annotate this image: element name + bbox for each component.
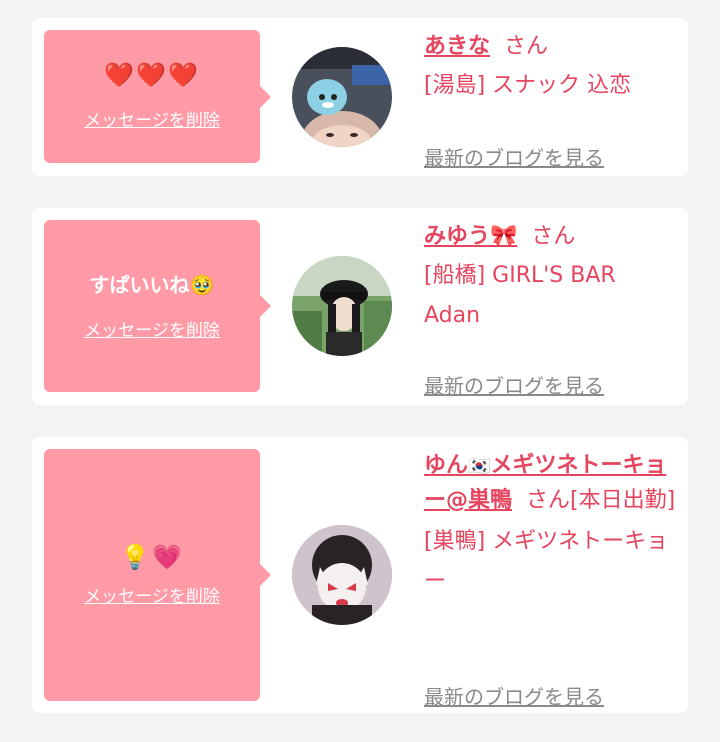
name-part: ゆん (424, 453, 469, 478)
name-line: あきな さん (424, 30, 676, 64)
sender-info: あきな さん [湯島] スナック 込恋 最新のブログを見る (424, 30, 676, 170)
sender-info: ゆん🇰🇷メギツネトーキョー@巣鴨 さん[本日出勤] [巣鴨] メギツネトーキョー … (424, 449, 676, 709)
latest-blog-link[interactable]: 最新のブログを見る (424, 142, 604, 171)
delete-message-link[interactable]: メッセージを削除 (84, 582, 220, 607)
message-card: すぱいいね🥹 メッセージを削除 みゆう🎀 さん [船橋] GIRL'S BAR A (32, 208, 688, 405)
avatar-photo (292, 256, 392, 356)
korea-flag-icon: 🇰🇷 (468, 456, 491, 477)
message-bubble: 💡💗 メッセージを削除 (44, 449, 271, 701)
shop-name: [湯島] スナック 込恋 (424, 73, 632, 98)
latest-blog-link[interactable]: 最新のブログを見る (424, 681, 604, 710)
name-line: みゆう🎀 さん (424, 220, 676, 254)
delete-message-link[interactable]: メッセージを削除 (84, 106, 220, 131)
shop-name: [船橋] GIRL'S BAR Adan (424, 263, 616, 328)
message-card: 💡💗 メッセージを削除 ゆん🇰🇷メギツネトーキョー@巣鴨 さん[本日出勤] [巣… (32, 437, 688, 713)
message-bubble: すぱいいね🥹 メッセージを削除 (44, 220, 271, 392)
message-text: 💡💗 (120, 542, 184, 571)
message-list: ❤️❤️❤️ メッセージを削除 あきな さん [湯島] スナック 込恋 最新のブ… (0, 0, 720, 742)
honorific: さん (531, 224, 576, 249)
honorific: さん[本日出勤] (526, 488, 676, 513)
avatar-photo (292, 47, 392, 147)
sender-name-link[interactable]: あきな (424, 34, 490, 59)
avatar[interactable] (292, 47, 392, 147)
sender-name-link[interactable]: みゆう🎀 (424, 224, 517, 249)
shop-name: [巣鴨] メギツネトーキョー (424, 529, 669, 594)
sender-info: みゆう🎀 さん [船橋] GIRL'S BAR Adan 最新のブログを見る (424, 220, 676, 400)
avatar[interactable] (292, 256, 392, 356)
name-line: ゆん🇰🇷メギツネトーキョー@巣鴨 さん[本日出勤] (424, 449, 676, 518)
latest-blog-link[interactable]: 最新のブログを見る (424, 370, 604, 399)
avatar[interactable] (292, 525, 392, 625)
message-card: ❤️❤️❤️ メッセージを削除 あきな さん [湯島] スナック 込恋 最新のブ… (32, 18, 688, 176)
message-text: すぱいいね🥹 (89, 272, 215, 297)
avatar-photo (292, 525, 392, 625)
honorific: さん (504, 34, 549, 59)
message-text: ❤️❤️❤️ (104, 61, 200, 89)
delete-message-link[interactable]: メッセージを削除 (84, 316, 220, 341)
message-bubble: ❤️❤️❤️ メッセージを削除 (44, 30, 271, 163)
